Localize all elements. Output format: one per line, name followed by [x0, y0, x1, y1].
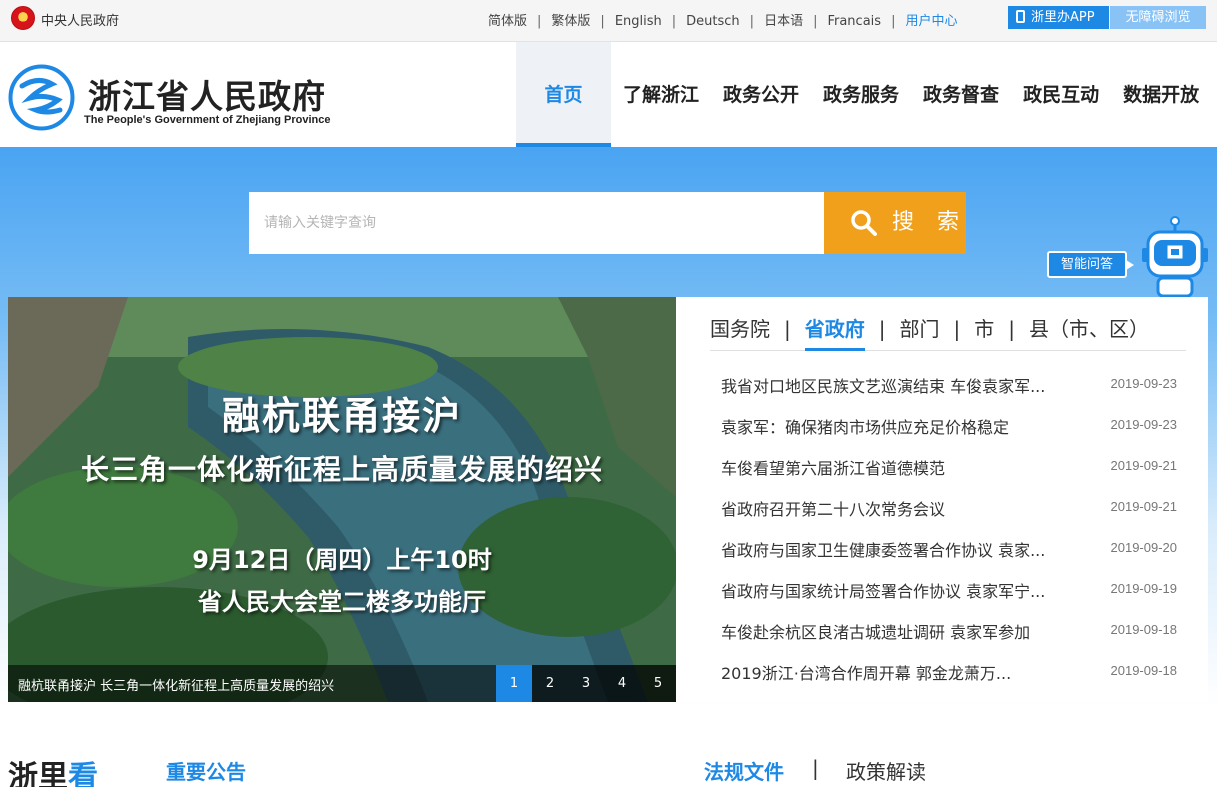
search-icon: [851, 210, 877, 236]
zheliban-app-button[interactable]: 浙里办APP: [1008, 6, 1109, 29]
carousel-time: 9月12日（周四）上午10时: [192, 546, 492, 574]
national-emblem-icon: [11, 6, 35, 30]
lang-french[interactable]: Francais: [827, 14, 881, 29]
logo-chinese-title[interactable]: 浙江省人民政府: [88, 70, 326, 118]
carousel-caption-bar: 融杭联甬接沪 长三角一体化新征程上高质量发展的绍兴 1 2 3 4 5: [8, 665, 676, 702]
nav-open-data[interactable]: 数据开放: [1111, 42, 1211, 147]
logo-english-title: The People's Government of Zhejiang Prov…: [84, 114, 331, 126]
tab-counties[interactable]: 县（市、区）: [1029, 315, 1149, 351]
news-title[interactable]: 2019浙江·台湾合作周开幕 郭金龙萧万...: [721, 660, 1066, 684]
news-date: 2019-09-18: [1110, 622, 1178, 637]
news-date: 2019-09-20: [1110, 540, 1178, 555]
main-nav: 首页 了解浙江 政务公开 政务服务 政务督查 政民互动 数据开放: [516, 42, 1211, 147]
nav-home[interactable]: 首页: [516, 42, 611, 147]
app-button-label: 浙里办APP: [1031, 10, 1095, 25]
language-switcher: 简体版 | 繁体版 | English | Deutsch | 日本语 | Francais | 用户中…: [488, 14, 958, 29]
carousel-photo: [8, 297, 676, 702]
accessibility-button[interactable]: 无障碍浏览: [1110, 6, 1206, 29]
list-item[interactable]: 袁家军：确保猪肉市场供应充足价格稳定 2019-09-23: [721, 405, 1177, 446]
tab-provincial-gov[interactable]: 省政府: [804, 315, 865, 351]
central-gov-link[interactable]: 中央人民政府: [41, 10, 119, 29]
news-date: 2019-09-23: [1110, 376, 1178, 391]
carousel-page-2[interactable]: 2: [532, 665, 568, 702]
news-title[interactable]: 我省对口地区民族文艺巡演结束 车俊袁家军...: [721, 373, 1066, 397]
nav-interaction[interactable]: 政民互动: [1011, 42, 1111, 147]
carousel-page-3[interactable]: 3: [568, 665, 604, 702]
smart-qa-button[interactable]: 智能问答: [1047, 251, 1134, 278]
zhejiang-logo-icon[interactable]: [8, 64, 75, 131]
search-input[interactable]: [249, 192, 825, 254]
zheli-kan-title-a: 浙里: [8, 760, 68, 787]
zheli-kan-title-b: 看: [68, 760, 98, 787]
list-item[interactable]: 省政府召开第二十八次常务会议 2019-09-21: [721, 487, 1177, 528]
tab-policy-interpretation[interactable]: 政策解读: [846, 756, 926, 785]
carousel-venue: 省人民大会堂二楼多功能厅: [198, 588, 486, 616]
lang-japanese[interactable]: 日本语: [764, 14, 803, 29]
tab-cities[interactable]: 市: [974, 315, 994, 351]
news-carousel[interactable]: 融杭联甬接沪 长三角一体化新征程上高质量发展的绍兴 9月12日（周四）上午10时…: [8, 297, 676, 702]
news-title[interactable]: 省政府与国家统计局签署合作协议 袁家军宁...: [721, 578, 1066, 602]
news-title[interactable]: 袁家军：确保猪肉市场供应充足价格稳定: [721, 414, 1066, 438]
news-date: 2019-09-18: [1110, 663, 1178, 678]
nav-gov-affairs-open[interactable]: 政务公开: [711, 42, 811, 147]
carousel-page-1[interactable]: 1: [496, 665, 532, 702]
news-title[interactable]: 省政府与国家卫生健康委签署合作协议 袁家...: [721, 537, 1066, 561]
list-item[interactable]: 车俊赴余杭区良渚古城遗址调研 袁家军参加 2019-09-18: [721, 610, 1177, 651]
tab-departments[interactable]: 部门: [900, 315, 940, 351]
search-button[interactable]: 搜 索: [824, 192, 966, 254]
user-center-link[interactable]: 用户中心: [905, 14, 957, 29]
news-date: 2019-09-21: [1110, 499, 1178, 514]
list-item[interactable]: 我省对口地区民族文艺巡演结束 车俊袁家军... 2019-09-23: [721, 364, 1177, 405]
robot-icon[interactable]: [1140, 216, 1210, 298]
lang-simplified[interactable]: 简体版: [488, 14, 527, 29]
nav-supervision[interactable]: 政务督查: [911, 42, 1011, 147]
carousel-caption[interactable]: 融杭联甬接沪 长三角一体化新征程上高质量发展的绍兴: [18, 675, 334, 694]
carousel-headline: 融杭联甬接沪: [221, 394, 462, 438]
news-tabs: 国务院 | 省政府 | 部门 | 市 | 县（市、区）: [710, 315, 1186, 351]
nav-gov-services[interactable]: 政务服务: [811, 42, 911, 147]
zheli-kan-title: 浙里看: [8, 752, 98, 787]
list-item[interactable]: 2019浙江·台湾合作周开幕 郭金龙萧万... 2019-09-18: [721, 651, 1177, 692]
news-panel: 国务院 | 省政府 | 部门 | 市 | 县（市、区） 我省对口地区民族文艺巡演结束 车俊袁家军…: [676, 297, 1208, 702]
carousel-page-5[interactable]: 5: [640, 665, 676, 702]
carousel-page-4[interactable]: 4: [604, 665, 640, 702]
news-date: 2019-09-21: [1110, 458, 1178, 473]
news-title[interactable]: 车俊赴余杭区良渚古城遗址调研 袁家军参加: [721, 619, 1066, 643]
section-separator: |: [812, 756, 819, 780]
news-title[interactable]: 车俊看望第六届浙江省道德模范: [721, 455, 1066, 479]
carousel-pagination: 1 2 3 4 5: [496, 665, 676, 702]
top-utility-bar: 中央人民政府 简体版 | 繁体版 | English | Deutsch | 日本语 | Franc…: [0, 0, 1217, 42]
nav-about-zhejiang[interactable]: 了解浙江: [611, 42, 711, 147]
lang-english[interactable]: English: [615, 14, 662, 29]
phone-icon: [1016, 10, 1025, 23]
tab-important-notices[interactable]: 重要公告: [166, 756, 246, 785]
lang-german[interactable]: Deutsch: [686, 14, 740, 29]
tab-state-council[interactable]: 国务院: [710, 315, 770, 351]
news-list: 我省对口地区民族文艺巡演结束 车俊袁家军... 2019-09-23 袁家军：确保…: [721, 364, 1177, 692]
list-item[interactable]: 省政府与国家卫生健康委签署合作协议 袁家... 2019-09-20: [721, 528, 1177, 569]
list-item[interactable]: 省政府与国家统计局签署合作协议 袁家军宁... 2019-09-19: [721, 569, 1177, 610]
site-header: 浙江省人民政府 The People's Government of Zheji…: [0, 42, 1217, 147]
lang-traditional[interactable]: 繁体版: [551, 14, 590, 29]
news-date: 2019-09-19: [1110, 581, 1178, 596]
carousel-subheadline: 长三角一体化新征程上高质量发展的绍兴: [80, 453, 603, 486]
list-item[interactable]: 车俊看望第六届浙江省道德模范 2019-09-21: [721, 446, 1177, 487]
tab-regulations[interactable]: 法规文件: [704, 756, 784, 785]
search-button-label: 搜 索: [892, 210, 967, 235]
news-date: 2019-09-23: [1110, 417, 1178, 432]
news-title[interactable]: 省政府召开第二十八次常务会议: [721, 496, 1066, 520]
